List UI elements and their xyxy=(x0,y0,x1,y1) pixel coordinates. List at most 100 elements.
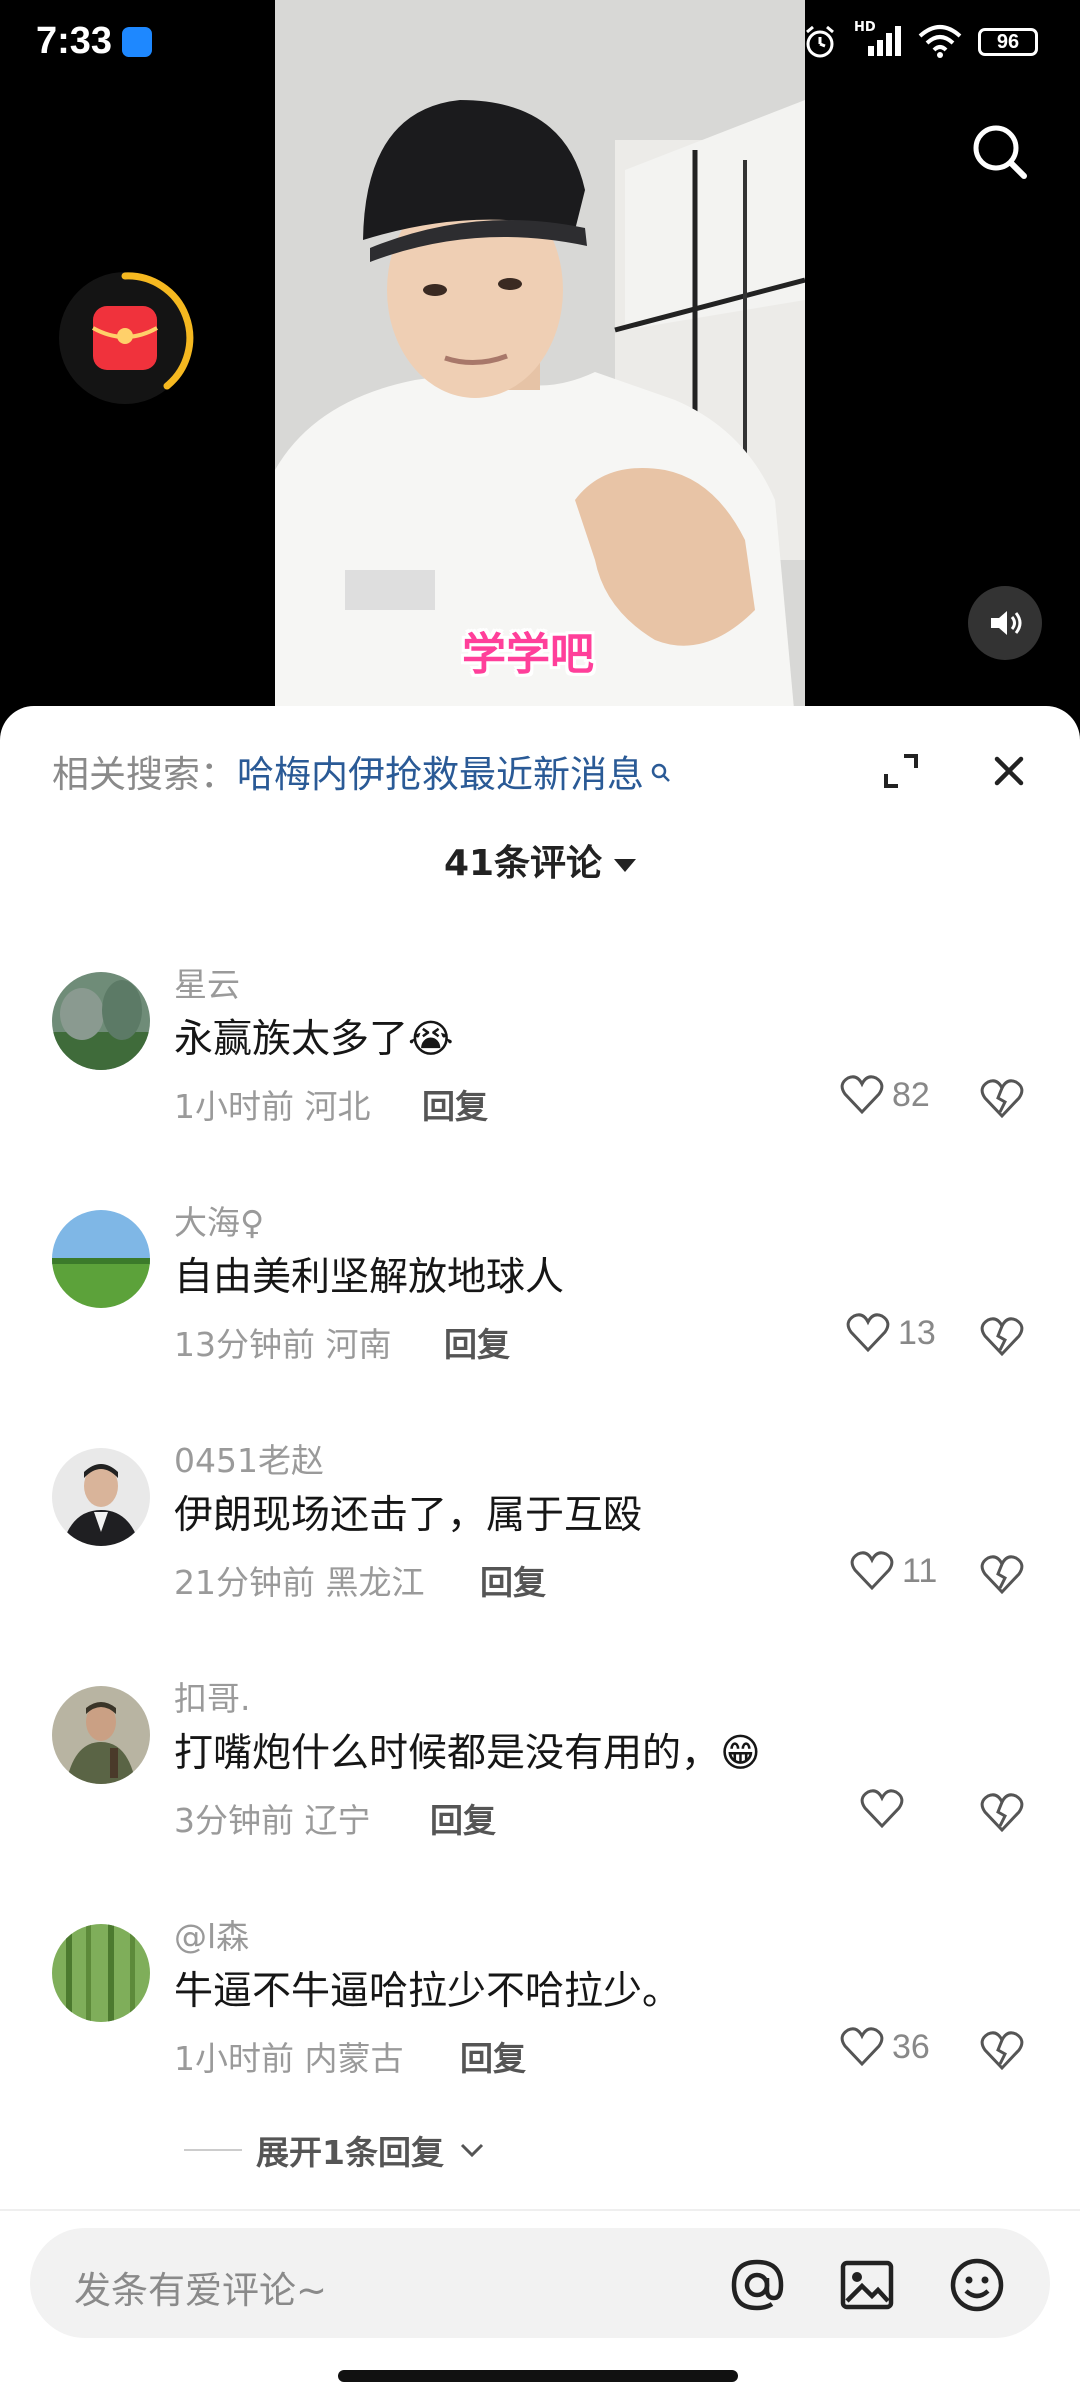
reply-button[interactable]: 回复 xyxy=(430,1794,496,1842)
signal-icon: HD xyxy=(854,20,902,60)
comment-text: 伊朗现场还击了，属于互殴 xyxy=(174,1493,643,1538)
battery-indicator: 96 xyxy=(978,28,1038,56)
volume-icon xyxy=(991,611,1022,635)
comment-item: 大海♀ 自由美利坚解放地球人 13分钟前 河南 回复 13 xyxy=(0,1196,1080,1396)
avatar[interactable] xyxy=(52,972,150,1070)
comment-sheet: 相关搜索：哈梅内伊抢救最近新消息 41条评论 星云 永赢族太多了😭 1小时前 河… xyxy=(0,706,1080,2400)
emoji-icon[interactable] xyxy=(948,2256,1006,2314)
red-packet-timer[interactable] xyxy=(55,268,195,408)
broken-heart-icon xyxy=(980,1079,1024,1119)
reply-button[interactable]: 回复 xyxy=(422,1080,488,1128)
close-icon[interactable] xyxy=(984,746,1034,796)
comment-username[interactable]: 大海♀ xyxy=(174,1196,264,1244)
comment-username[interactable]: 扣哥. xyxy=(174,1672,251,1720)
heart-icon xyxy=(846,1313,890,1353)
related-search-query[interactable]: 哈梅内伊抢救最近新消息 xyxy=(237,753,644,796)
broken-heart-icon xyxy=(980,1555,1024,1595)
heart-icon xyxy=(860,1789,904,1829)
search-icon[interactable] xyxy=(970,122,1030,186)
comment-text: 自由美利坚解放地球人 xyxy=(174,1255,565,1300)
video-caption: 学学吧 xyxy=(462,629,594,680)
like-button[interactable]: 36 xyxy=(840,2026,930,2068)
comment-username[interactable]: 星云 xyxy=(174,958,240,1006)
search-icon xyxy=(650,750,672,793)
red-packet-icon xyxy=(92,306,158,370)
comment-time: 13分钟前 xyxy=(174,1325,315,1364)
like-button[interactable] xyxy=(860,1788,912,1830)
broken-heart-icon xyxy=(980,1317,1024,1357)
comment-item: 星云 永赢族太多了😭 1小时前 河北 回复 82 xyxy=(0,958,1080,1158)
comment-meta: 1小时前 河北 xyxy=(174,1080,371,1128)
like-button[interactable]: 13 xyxy=(846,1312,936,1354)
dislike-button[interactable] xyxy=(980,2030,1024,2074)
comment-input-bar[interactable]: 发条有爱评论~ xyxy=(30,2228,1050,2338)
volume-button[interactable] xyxy=(968,586,1042,660)
reply-button[interactable]: 回复 xyxy=(460,2032,526,2080)
chevron-down-icon xyxy=(460,2143,484,2158)
broken-heart-icon xyxy=(980,2031,1024,2071)
comment-count: 41条评论 xyxy=(443,843,603,884)
comment-username[interactable]: 0451老赵 xyxy=(174,1434,324,1482)
like-count: 82 xyxy=(892,1075,930,1114)
comment-meta: 3分钟前 辽宁 xyxy=(174,1794,371,1842)
comment-time: 1小时前 xyxy=(174,1087,294,1126)
divider xyxy=(184,2149,242,2151)
broken-heart-icon xyxy=(980,1793,1024,1833)
comment-text: 打嘴炮什么时候都是没有用的，😁 xyxy=(174,1731,761,1776)
heart-icon xyxy=(850,1551,894,1591)
dislike-button[interactable] xyxy=(980,1792,1024,1836)
wifi-icon xyxy=(918,25,962,58)
related-search-label: 相关搜索： xyxy=(52,753,237,796)
like-button[interactable]: 82 xyxy=(840,1074,930,1116)
related-search[interactable]: 相关搜索：哈梅内伊抢救最近新消息 xyxy=(52,744,672,798)
comment-item: 0451老赵 伊朗现场还击了，属于互殴 21分钟前 黑龙江 回复 11 xyxy=(0,1434,1080,1634)
comment-text: 永赢族太多了😭 xyxy=(174,1017,454,1062)
video-player[interactable]: 学学吧 xyxy=(0,0,1080,720)
dislike-button[interactable] xyxy=(980,1554,1024,1598)
comment-item: 扣哥. 打嘴炮什么时候都是没有用的，😁 3分钟前 辽宁 回复 xyxy=(0,1672,1080,1872)
expand-replies-label: 展开1条回复 xyxy=(256,2133,444,2172)
heart-icon xyxy=(840,1075,884,1115)
video-person-image xyxy=(275,0,805,720)
comment-region: 黑龙江 xyxy=(325,1563,425,1602)
divider xyxy=(0,2209,1080,2211)
expand-replies-button[interactable]: 展开1条回复 xyxy=(184,2126,486,2174)
like-count: 36 xyxy=(892,2027,930,2066)
comment-time: 1小时前 xyxy=(174,2039,294,2078)
comment-region: 河南 xyxy=(325,1325,392,1364)
avatar[interactable] xyxy=(52,1686,150,1784)
comment-username[interactable]: @l森 xyxy=(174,1910,249,1958)
status-time: 7:33 xyxy=(36,20,113,62)
reply-button[interactable]: 回复 xyxy=(480,1556,546,1604)
comment-count-sort[interactable]: 41条评论 xyxy=(0,834,1080,886)
comment-time: 3分钟前 xyxy=(174,1801,294,1840)
comment-item: @l森 牛逼不牛逼哈拉少不哈拉少。 1小时前 内蒙古 回复 36 xyxy=(0,1910,1080,2110)
video-frame[interactable] xyxy=(275,0,805,720)
like-count: 13 xyxy=(898,1313,936,1352)
avatar[interactable] xyxy=(52,1448,150,1546)
expand-icon[interactable] xyxy=(878,748,924,794)
avatar[interactable] xyxy=(52,1924,150,2022)
comment-input[interactable]: 发条有爱评论~ xyxy=(74,2260,327,2314)
dislike-button[interactable] xyxy=(980,1078,1024,1122)
comment-meta: 1小时前 内蒙古 xyxy=(174,2032,404,2080)
like-count: 11 xyxy=(902,1551,938,1590)
comment-text: 牛逼不牛逼哈拉少不哈拉少。 xyxy=(174,1969,682,2014)
home-indicator[interactable] xyxy=(338,2370,738,2382)
chevron-down-icon xyxy=(614,858,637,872)
comment-region: 河北 xyxy=(304,1087,371,1126)
alarm-icon xyxy=(806,25,834,58)
comment-region: 内蒙古 xyxy=(304,2039,404,2078)
dislike-button[interactable] xyxy=(980,1316,1024,1360)
app-notification-icon xyxy=(122,27,152,57)
comment-meta: 13分钟前 河南 xyxy=(174,1318,392,1366)
status-bar: 7:33 HD 96 xyxy=(0,0,1080,90)
image-icon[interactable] xyxy=(838,2256,896,2314)
comment-meta: 21分钟前 黑龙江 xyxy=(174,1556,425,1604)
like-button[interactable]: 11 xyxy=(850,1550,937,1592)
avatar[interactable] xyxy=(52,1210,150,1308)
comment-time: 21分钟前 xyxy=(174,1563,315,1602)
at-icon[interactable] xyxy=(728,2256,786,2314)
comment-region: 辽宁 xyxy=(304,1801,371,1840)
reply-button[interactable]: 回复 xyxy=(444,1318,510,1366)
